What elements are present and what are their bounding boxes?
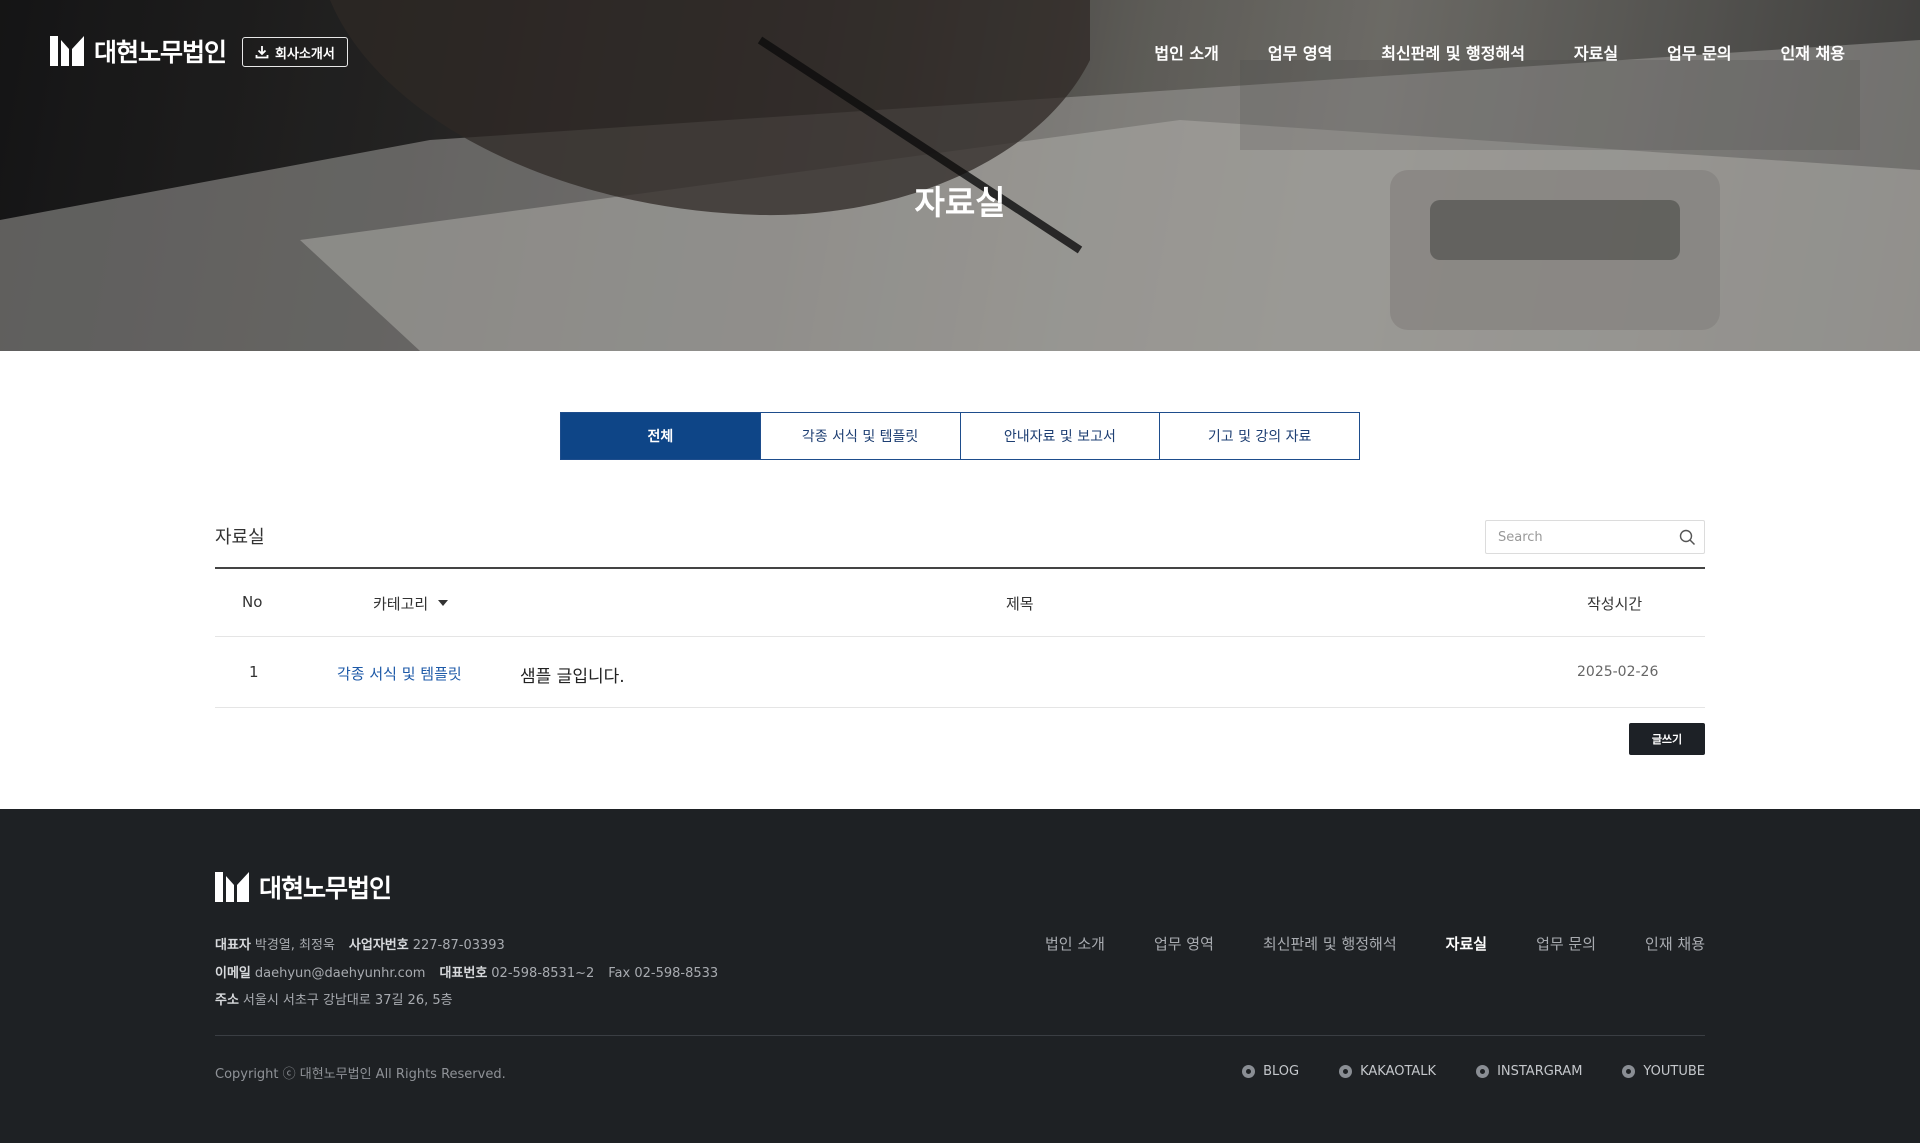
company-info-line-1: 대표자 박경열, 최정욱 사업자번호 227-87-03393 [215,934,505,953]
page-title: 자료실 [914,183,1006,222]
copyright-text: Copyright ⓒ 대현노무법인 All Rights Reserved. [215,1067,506,1082]
address-value: 서울시 서초구 강남대로 37길 26, 5층 [242,993,453,1008]
search-icon[interactable] [1679,529,1696,546]
column-header-no: No [242,593,263,611]
main-nav: 법인 소개 업무 영역 최신판례 및 행정해석 자료실 업무 문의 인재 채용 [1154,40,1845,64]
row-date: 2025-02-26 [1577,664,1659,680]
header-logo[interactable]: 대현노무법인 [50,33,227,69]
footer-logo-text: 대현노무법인 [259,874,392,903]
rep-label: 대표자 [215,938,251,953]
social-youtube-link[interactable]: YOUTUBE [1622,1064,1705,1079]
search-input[interactable] [1486,521,1666,553]
kakaotalk-icon [1339,1065,1353,1078]
footer-nav-careers[interactable]: 인재 채용 [1645,933,1705,954]
footer-nav-about[interactable]: 법인 소개 [1045,933,1105,954]
nav-item-precedents[interactable]: 최신판례 및 행정해석 [1381,40,1525,64]
write-post-button[interactable]: 글쓰기 [1629,723,1705,755]
social-kakaotalk-link[interactable]: KAKAOTALK [1339,1064,1436,1079]
footer: 대현노무법인 대표자 박경열, 최정욱 사업자번호 227-87-03393 이메일 d… [0,809,1920,1143]
social-blog-label: BLOG [1263,1064,1300,1079]
social-instagram-label: INSTARGRAM [1497,1064,1583,1079]
caret-down-icon [438,599,449,606]
company-info-line-2: 이메일 daehyun@daehyunhr.com 대표번호 02-598-8531~… [215,962,718,981]
logo-mark-icon [215,872,249,902]
blog-icon [1242,1065,1256,1078]
email-value: daehyun@daehyunhr.com [254,966,426,981]
footer-nav: 법인 소개 업무 영역 최신판례 및 행정해석 자료실 업무 문의 인재 채용 [1045,933,1705,954]
company-info-line-3: 주소 서울시 서초구 강남대로 37길 26, 5층 [215,989,453,1008]
brochure-download-button[interactable]: 회사소개서 [242,37,348,67]
instagram-icon [1476,1065,1490,1078]
tab-forms-templates[interactable]: 각종 서식 및 템플릿 [759,413,960,459]
nav-item-about[interactable]: 법인 소개 [1154,40,1218,64]
social-instagram-link[interactable]: INSTARGRAM [1476,1064,1582,1079]
phone-value: 02-598-8531~2 [491,966,595,981]
table-row[interactable]: 1 각종 서식 및 템플릿 샘플 글입니다. 2025-02-26 [215,637,1705,708]
footer-nav-resources[interactable]: 자료실 [1446,933,1487,954]
board-title: 자료실 [215,527,265,548]
footer-nav-precedents[interactable]: 최신판례 및 행정해석 [1263,933,1397,954]
row-no: 1 [249,663,259,681]
biz-number-label: 사업자번호 [348,938,409,953]
search-box [1485,520,1705,554]
column-header-category-label: 카테고리 [373,595,429,613]
fax-text: Fax 02-598-8533 [608,966,719,981]
tab-articles-lectures[interactable]: 기고 및 강의 자료 [1159,413,1359,459]
nav-item-resources[interactable]: 자료실 [1574,40,1618,64]
row-title-link[interactable]: 샘플 글입니다. [520,662,625,687]
logo-mark-icon [50,36,84,66]
tab-all[interactable]: 전체 [561,413,760,459]
phone-label: 대표번호 [439,966,488,981]
email-label: 이메일 [215,966,251,981]
social-links: BLOG KAKAOTALK INSTARGRAM YOUTUBE [1242,1064,1705,1079]
footer-divider [215,1035,1705,1036]
brochure-label: 회사소개서 [275,46,335,62]
logo-text: 대현노무법인 [94,38,227,67]
nav-item-services[interactable]: 업무 영역 [1268,40,1332,64]
footer-nav-inquiry[interactable]: 업무 문의 [1536,933,1596,954]
nav-item-inquiry[interactable]: 업무 문의 [1667,40,1731,64]
column-header-title: 제목 [1006,595,1034,613]
youtube-icon [1622,1065,1636,1078]
social-kakaotalk-label: KAKAOTALK [1360,1064,1437,1079]
biz-number-value: 227-87-03393 [412,938,505,953]
footer-nav-services[interactable]: 업무 영역 [1154,933,1214,954]
footer-logo[interactable]: 대현노무법인 [215,869,392,905]
nav-item-careers[interactable]: 인재 채용 [1781,40,1845,64]
social-youtube-label: YOUTUBE [1643,1064,1705,1079]
rep-value: 박경열, 최정욱 [254,938,335,953]
social-blog-link[interactable]: BLOG [1242,1064,1299,1079]
table-header: No 카테고리 제목 작성시간 [215,567,1705,637]
tab-guides-reports[interactable]: 안내자료 및 보고서 [959,413,1160,459]
row-category-link[interactable]: 각종 서식 및 템플릿 [337,663,462,684]
hero-banner: 대현노무법인 회사소개서 법인 소개 업무 영역 최신판례 및 행정해석 자료실… [0,0,1920,351]
category-tabs: 전체 각종 서식 및 템플릿 안내자료 및 보고서 기고 및 강의 자료 [560,412,1360,460]
column-header-category[interactable]: 카테고리 [373,593,449,614]
address-label: 주소 [215,993,239,1008]
download-icon [255,46,269,59]
column-header-date: 작성시간 [1587,595,1643,613]
